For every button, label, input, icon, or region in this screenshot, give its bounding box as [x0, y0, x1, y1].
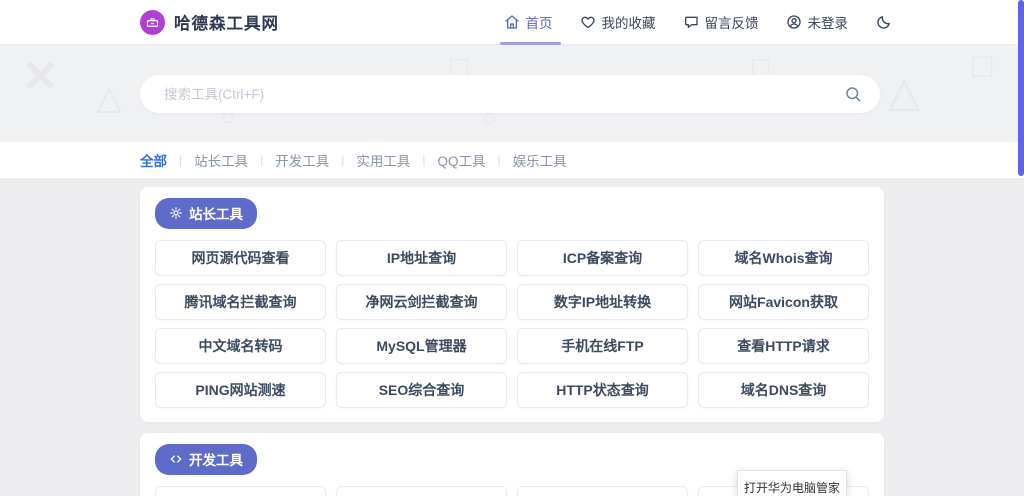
- section-badge: 开发工具: [155, 444, 257, 475]
- search-icon[interactable]: [844, 85, 862, 103]
- scrollbar-thumb[interactable]: [1018, 0, 1024, 176]
- section-title: 站长工具: [189, 203, 243, 223]
- decor-triangle-icon: △: [96, 81, 122, 115]
- nav-label: 首页: [526, 12, 553, 32]
- tool-card[interactable]: 字节计算器: [336, 486, 507, 496]
- search-input[interactable]: [140, 75, 844, 113]
- top-header: 哈德森工具网 首页 我的收藏 留言反馈 未登录: [0, 0, 1024, 45]
- home-icon: [504, 14, 520, 30]
- filter-separator: |: [341, 153, 344, 167]
- site-title: 哈德森工具网: [174, 10, 279, 34]
- tool-card[interactable]: 网页源代码查看: [155, 240, 326, 276]
- filter-item[interactable]: QQ工具: [438, 150, 486, 170]
- gear-icon: [169, 206, 183, 220]
- search-banner: × △ ○ □ ○ □ △ □: [0, 45, 1024, 142]
- decor-triangle-icon: △: [888, 71, 920, 113]
- logo[interactable]: 哈德森工具网: [140, 10, 279, 35]
- section-badge: 站长工具: [155, 198, 257, 229]
- tool-grid: 网页源代码查看 IP地址查询 ICP备案查询域名Whois查询腾讯域名拦截查询净网云…: [155, 240, 869, 408]
- dark-mode-toggle[interactable]: [875, 14, 892, 31]
- nav-label: 我的收藏: [602, 12, 656, 32]
- tool-card[interactable]: 查看HTTP请求: [698, 328, 869, 364]
- tool-card[interactable]: IP地址查询: [336, 240, 507, 276]
- category-filter-bar: 全部 | 站长工具 | 开发工具 | 实用工具 | QQ工具 | 娱乐工具: [0, 142, 1024, 178]
- filter-item[interactable]: 全部: [140, 150, 167, 170]
- tool-card[interactable]: PING网站测速: [155, 372, 326, 408]
- decor-x-icon: ×: [24, 47, 57, 103]
- code-icon: [169, 452, 183, 466]
- filter-items: 全部 | 站长工具 | 开发工具 | 实用工具 | QQ工具 | 娱乐工具: [140, 150, 567, 170]
- section-webmaster-tools: 站长工具 网页源代码查看 IP地址查询 ICP备案查询域名Whois查询腾讯域名拦截…: [140, 187, 884, 422]
- os-tooltip: 打开华为电脑管家: [737, 470, 847, 496]
- tool-card[interactable]: 净网云剑拦截查询: [336, 284, 507, 320]
- nav-item-home[interactable]: 首页: [504, 0, 553, 45]
- filter-separator: |: [260, 153, 263, 167]
- filter-item[interactable]: 站长工具: [194, 150, 248, 170]
- filter-separator: |: [498, 153, 501, 167]
- tool-card[interactable]: 编码解码器: [155, 486, 326, 496]
- filter-item[interactable]: 实用工具: [356, 150, 410, 170]
- filter-separator: |: [422, 153, 425, 167]
- nav-item-feedback[interactable]: 留言反馈: [683, 0, 759, 45]
- tool-card[interactable]: HTTP状态查询: [517, 372, 688, 408]
- filter-item[interactable]: 开发工具: [275, 150, 329, 170]
- filter-item[interactable]: 娱乐工具: [513, 150, 567, 170]
- moon-icon: [875, 14, 892, 31]
- toolbox-logo-icon: [140, 10, 165, 35]
- user-icon: [786, 14, 802, 30]
- tool-card[interactable]: SEO综合查询: [336, 372, 507, 408]
- nav-item-favorites[interactable]: 我的收藏: [580, 0, 656, 45]
- search-box: [140, 75, 880, 113]
- tool-card[interactable]: 网站Favicon获取: [698, 284, 869, 320]
- nav-label: 留言反馈: [705, 12, 759, 32]
- tool-card[interactable]: 域名DNS查询: [698, 372, 869, 408]
- main-content: 站长工具 网页源代码查看 IP地址查询 ICP备案查询域名Whois查询腾讯域名拦截…: [0, 178, 1024, 496]
- tool-card[interactable]: 腾讯域名拦截查询: [155, 284, 326, 320]
- chat-icon: [683, 14, 699, 30]
- tool-card[interactable]: 手机在线FTP: [517, 328, 688, 364]
- tool-card[interactable]: 域名Whois查询: [698, 240, 869, 276]
- main-nav: 首页 我的收藏 留言反馈 未登录: [504, 0, 893, 45]
- tool-card[interactable]: ICP备案查询: [517, 240, 688, 276]
- decor-square-icon: □: [972, 49, 993, 83]
- heart-icon: [580, 14, 596, 30]
- tool-card[interactable]: MySQL管理器: [336, 328, 507, 364]
- tool-card[interactable]: 在线进制转换: [517, 486, 688, 496]
- nav-item-login[interactable]: 未登录: [786, 0, 849, 45]
- tool-card[interactable]: 数字IP地址转换: [517, 284, 688, 320]
- nav-label: 未登录: [808, 12, 849, 32]
- section-title: 开发工具: [189, 449, 243, 469]
- filter-separator: |: [179, 153, 182, 167]
- tool-card[interactable]: 中文域名转码: [155, 328, 326, 364]
